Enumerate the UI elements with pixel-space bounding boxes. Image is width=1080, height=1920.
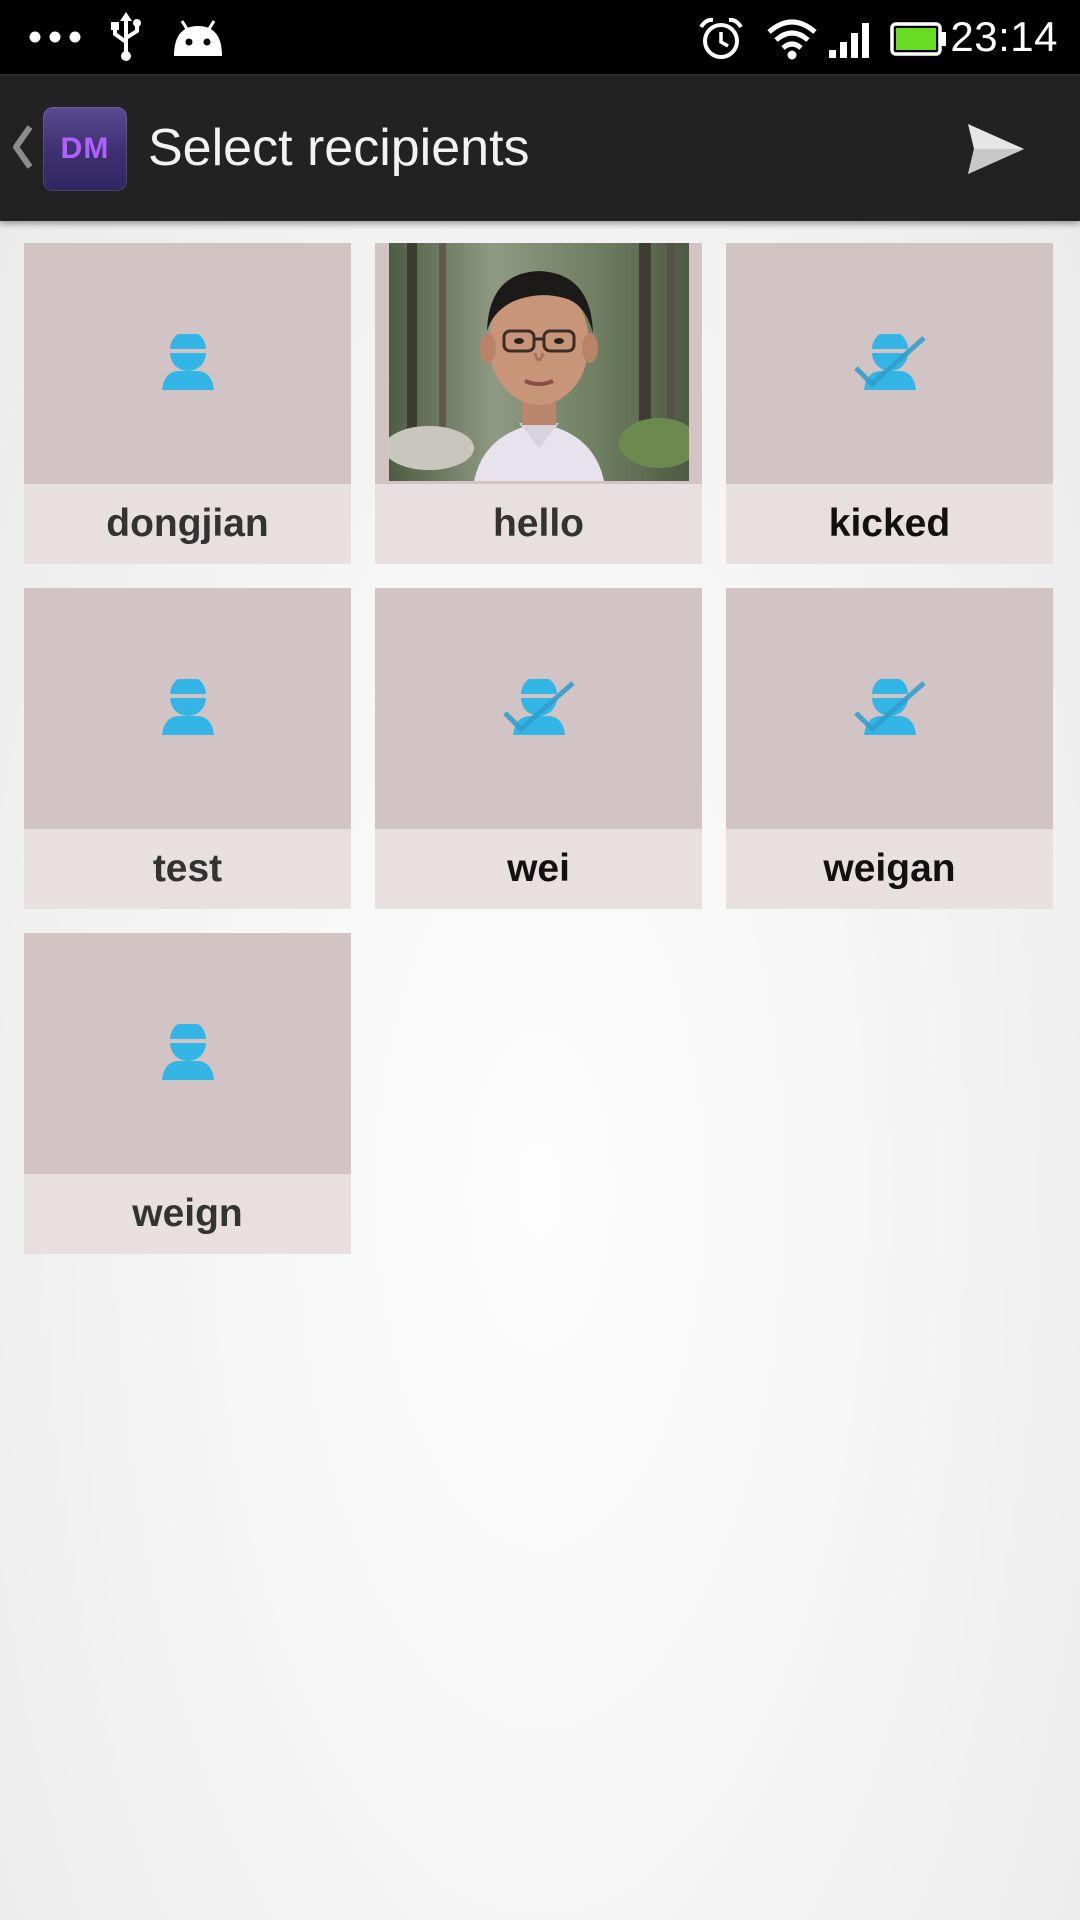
recipient-name: wei (507, 847, 570, 890)
recipient-avatar (24, 588, 351, 829)
recipient-avatar (726, 588, 1053, 829)
recipient-avatar (375, 243, 702, 484)
page-title: Select recipients (148, 119, 530, 177)
alarm-clock-icon (699, 17, 743, 59)
recipient-photo (389, 243, 689, 481)
send-icon (968, 124, 1024, 174)
recipient-tile-hello[interactable]: hello (375, 243, 702, 564)
status-bar: 23:14 (0, 0, 1080, 74)
recipient-tile-weign[interactable]: weign (24, 933, 351, 1254)
recipient-tile-dongjian[interactable]: dongjian (24, 243, 351, 564)
recipient-avatar (726, 243, 1053, 484)
cell-signal-icon (829, 23, 869, 58)
recipient-name: weigan (823, 847, 956, 890)
status-time: 23:14 (950, 13, 1058, 60)
app-logo-text: DM (60, 132, 110, 165)
recipient-name: kicked (828, 502, 951, 545)
battery-icon (890, 22, 946, 56)
default-person-icon (161, 333, 214, 390)
app-logo[interactable]: DM (43, 107, 127, 191)
default-person-icon (161, 678, 214, 735)
person-checked-icon (502, 678, 575, 735)
default-person-icon (161, 1023, 214, 1080)
recipient-name: dongjian (106, 502, 269, 545)
recipient-tile-wei[interactable]: wei (375, 588, 702, 909)
recipient-tile-weigan[interactable]: weigan (726, 588, 1053, 909)
recipient-avatar (375, 588, 702, 829)
recipient-tile-kicked[interactable]: kicked (726, 243, 1053, 564)
recipient-name: test (152, 847, 223, 890)
send-button[interactable] (960, 113, 1032, 185)
android-icon (174, 20, 222, 56)
recipients-grid: dongjian hello kicked test wei weigan we… (24, 243, 1054, 1254)
recipient-avatar (24, 243, 351, 484)
person-checked-icon (853, 333, 926, 390)
recipient-avatar (24, 933, 351, 1174)
overflow-dots-icon (29, 31, 81, 43)
action-bar: DM Select recipients (0, 74, 1080, 221)
wifi-icon (767, 19, 817, 60)
up-navigation-chevron-icon[interactable] (10, 123, 36, 171)
recipient-name: weign (132, 1192, 243, 1235)
person-checked-icon (853, 678, 926, 735)
recipient-name: hello (492, 502, 584, 545)
recipient-tile-test[interactable]: test (24, 588, 351, 909)
usb-icon (111, 12, 141, 61)
